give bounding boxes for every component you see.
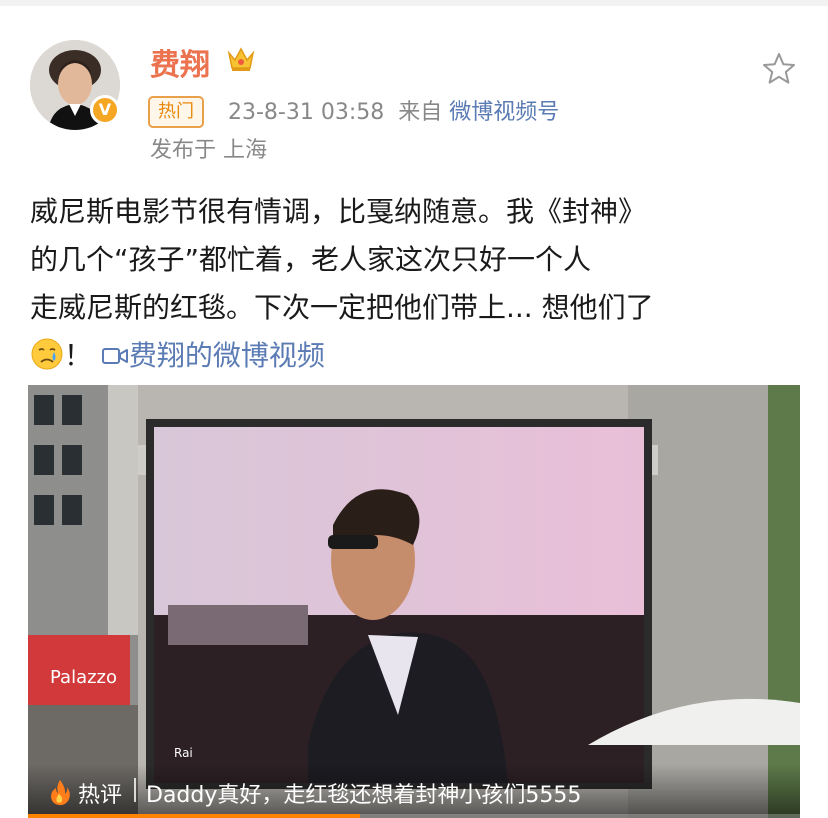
video-frame: Palazzo Rai	[28, 385, 800, 818]
post-location: 发布于 上海	[150, 138, 267, 163]
post-timestamp: 23-8-31 03:58	[228, 100, 385, 125]
post-source-link[interactable]: 微博视频号	[449, 100, 559, 125]
comment-separator	[134, 778, 136, 802]
post-text-line: 的几个“孩子”都忙着，老人家这次只好一个人	[30, 243, 592, 276]
video-camera-icon	[101, 348, 128, 364]
post-text-line: 走威尼斯的红毯。下次一定把他们带上... 想他们了	[30, 291, 654, 324]
video-link-label[interactable]: 费翔的微博视频	[129, 339, 325, 372]
hot-comment-text: Daddy真好，走红毯还想着封神小孩们5555	[146, 783, 582, 808]
palazzo-sign: Palazzo	[50, 667, 117, 688]
crying-emoji	[31, 338, 63, 370]
video-progress-fill	[28, 814, 360, 818]
favorite-star-icon[interactable]	[760, 50, 798, 88]
hot-comment-label: 热评	[78, 783, 123, 808]
crown-icon	[227, 47, 255, 71]
video-link[interactable]: 费翔的微博视频	[101, 339, 325, 372]
rai-logo: Rai	[174, 746, 193, 760]
top-divider	[0, 0, 828, 6]
video-player[interactable]: Palazzo Rai 热评 Daddy真好，走红毯还想着封神小孩们5555	[28, 385, 800, 818]
video-progress-bar[interactable]	[28, 814, 800, 818]
author-name[interactable]: 费翔	[150, 40, 210, 84]
flame-icon	[51, 780, 70, 806]
post-text-line: 威尼斯电影节很有情调，比戛纳随意。我《封神》	[30, 195, 647, 228]
exclamation: ！	[64, 339, 93, 372]
post-text: 威尼斯电影节很有情调，比戛纳随意。我《封神》 的几个“孩子”都忙着，老人家这次只…	[30, 188, 810, 380]
from-prefix: 来自	[398, 100, 443, 125]
verified-badge: V	[90, 95, 120, 125]
hot-comment-bar: 热评 Daddy真好，走红毯还想着封神小孩们5555	[28, 764, 800, 818]
post-meta: 23-8-31 03:58 来自 微博视频号	[228, 94, 559, 126]
post-text-line-last: ！ 费翔的微博视频	[30, 332, 810, 380]
hot-tag: 热门	[148, 96, 204, 128]
